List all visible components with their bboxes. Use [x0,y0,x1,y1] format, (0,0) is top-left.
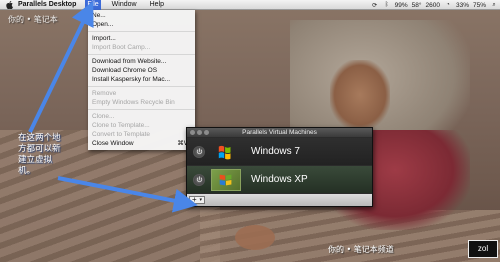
menu-item-clone: Clone... [92,113,115,120]
window-title: Parallels Virtual Machines [242,129,317,136]
wifi-icon[interactable]: ◔ [444,2,452,9]
volume-status[interactable]: 33% [456,2,469,9]
vm-list-item[interactable]: Windows XP [187,166,372,193]
menu-item-convert-to-template: Convert to Template [92,131,151,138]
chevron-down-icon: ▾ [199,197,202,203]
search-icon[interactable]: ⌕ [490,2,498,9]
menu-help[interactable]: Help [148,0,166,10]
virtual-machines-window: Parallels Virtual Machines Windows 7 Win… [186,127,373,207]
menu-separator [88,54,195,55]
windows-xp-logo-icon [211,168,241,191]
menu-item-open[interactable]: Open... [88,20,195,29]
menu-item-clone-to-template: Clone to Template... [92,122,150,129]
vm-list-item[interactable]: Windows 7 [187,138,372,165]
menu-item-install-kaspersky[interactable]: Install Kaspersky for Mac... [88,75,195,84]
menu-file[interactable]: File [85,0,101,10]
apple-menu-icon[interactable] [4,0,14,9]
menu-item-close-window-label: Close Window [92,140,134,147]
vm-name: Windows XP [251,174,308,185]
battery-status[interactable]: 99% [395,2,408,9]
vm-name: Windows 7 [251,146,300,157]
menu-item-remove: Remove [92,90,117,97]
file-menu-dropdown: Ne... Open... Import... Import Boot Camp… [88,10,195,150]
add-vm-button[interactable]: + ▾ [189,196,205,204]
temperature-status[interactable]: 58° [412,2,422,9]
menu-separator [88,109,195,110]
menu-item-download-from-website[interactable]: Download from Website... [88,57,195,66]
sync-icon[interactable]: ⟳ [371,2,379,9]
window-titlebar[interactable]: Parallels Virtual Machines [187,128,372,137]
bluetooth-icon[interactable]: ᛒ [383,2,391,9]
zoom-window-icon[interactable] [204,130,209,135]
window-controls [190,130,209,135]
watermark-logo: zol [468,240,498,258]
watermark-bottom: 你的 • 笔记本频道 [328,245,394,254]
menu-item-import-boot-camp: Import Boot Camp... [92,44,151,51]
menu-item-close-window[interactable]: Close Window ⌘W [88,139,195,148]
other-status[interactable]: 75% [473,2,486,9]
speed-status[interactable]: 2600 [426,2,440,9]
menu-item-download-chrome-os[interactable]: Download Chrome OS [88,66,195,75]
plus-icon: + [192,195,197,204]
status-area: ⟳ ᛒ 99% 58° 2600 ◔ 33% 75% ⌕ [371,0,498,10]
watermark-top: 你的 • 笔记本 [8,15,58,24]
menu-separator [88,86,195,87]
menu-item-new[interactable]: Ne... [88,11,195,20]
minimize-window-icon[interactable] [197,130,202,135]
menu-item-import[interactable]: Import... [88,34,195,43]
menu-window[interactable]: Window [110,0,139,10]
annotation-text: 在这两个地 方都可以新 建立虚拟 机。 [18,133,61,176]
power-button-icon[interactable] [193,173,205,186]
power-button-icon[interactable] [193,145,205,158]
menu-item-empty-recycle-bin: Empty Windows Recycle Bin [92,99,175,106]
menu-bar: Parallels Desktop File Window Help ⟳ ᛒ 9… [0,0,500,10]
app-menu-parallels[interactable]: Parallels Desktop [18,1,76,8]
window-bottom-bar: + ▾ [187,194,372,206]
close-window-icon[interactable] [190,130,195,135]
menu-separator [88,31,195,32]
windows-7-logo-icon [211,141,241,163]
